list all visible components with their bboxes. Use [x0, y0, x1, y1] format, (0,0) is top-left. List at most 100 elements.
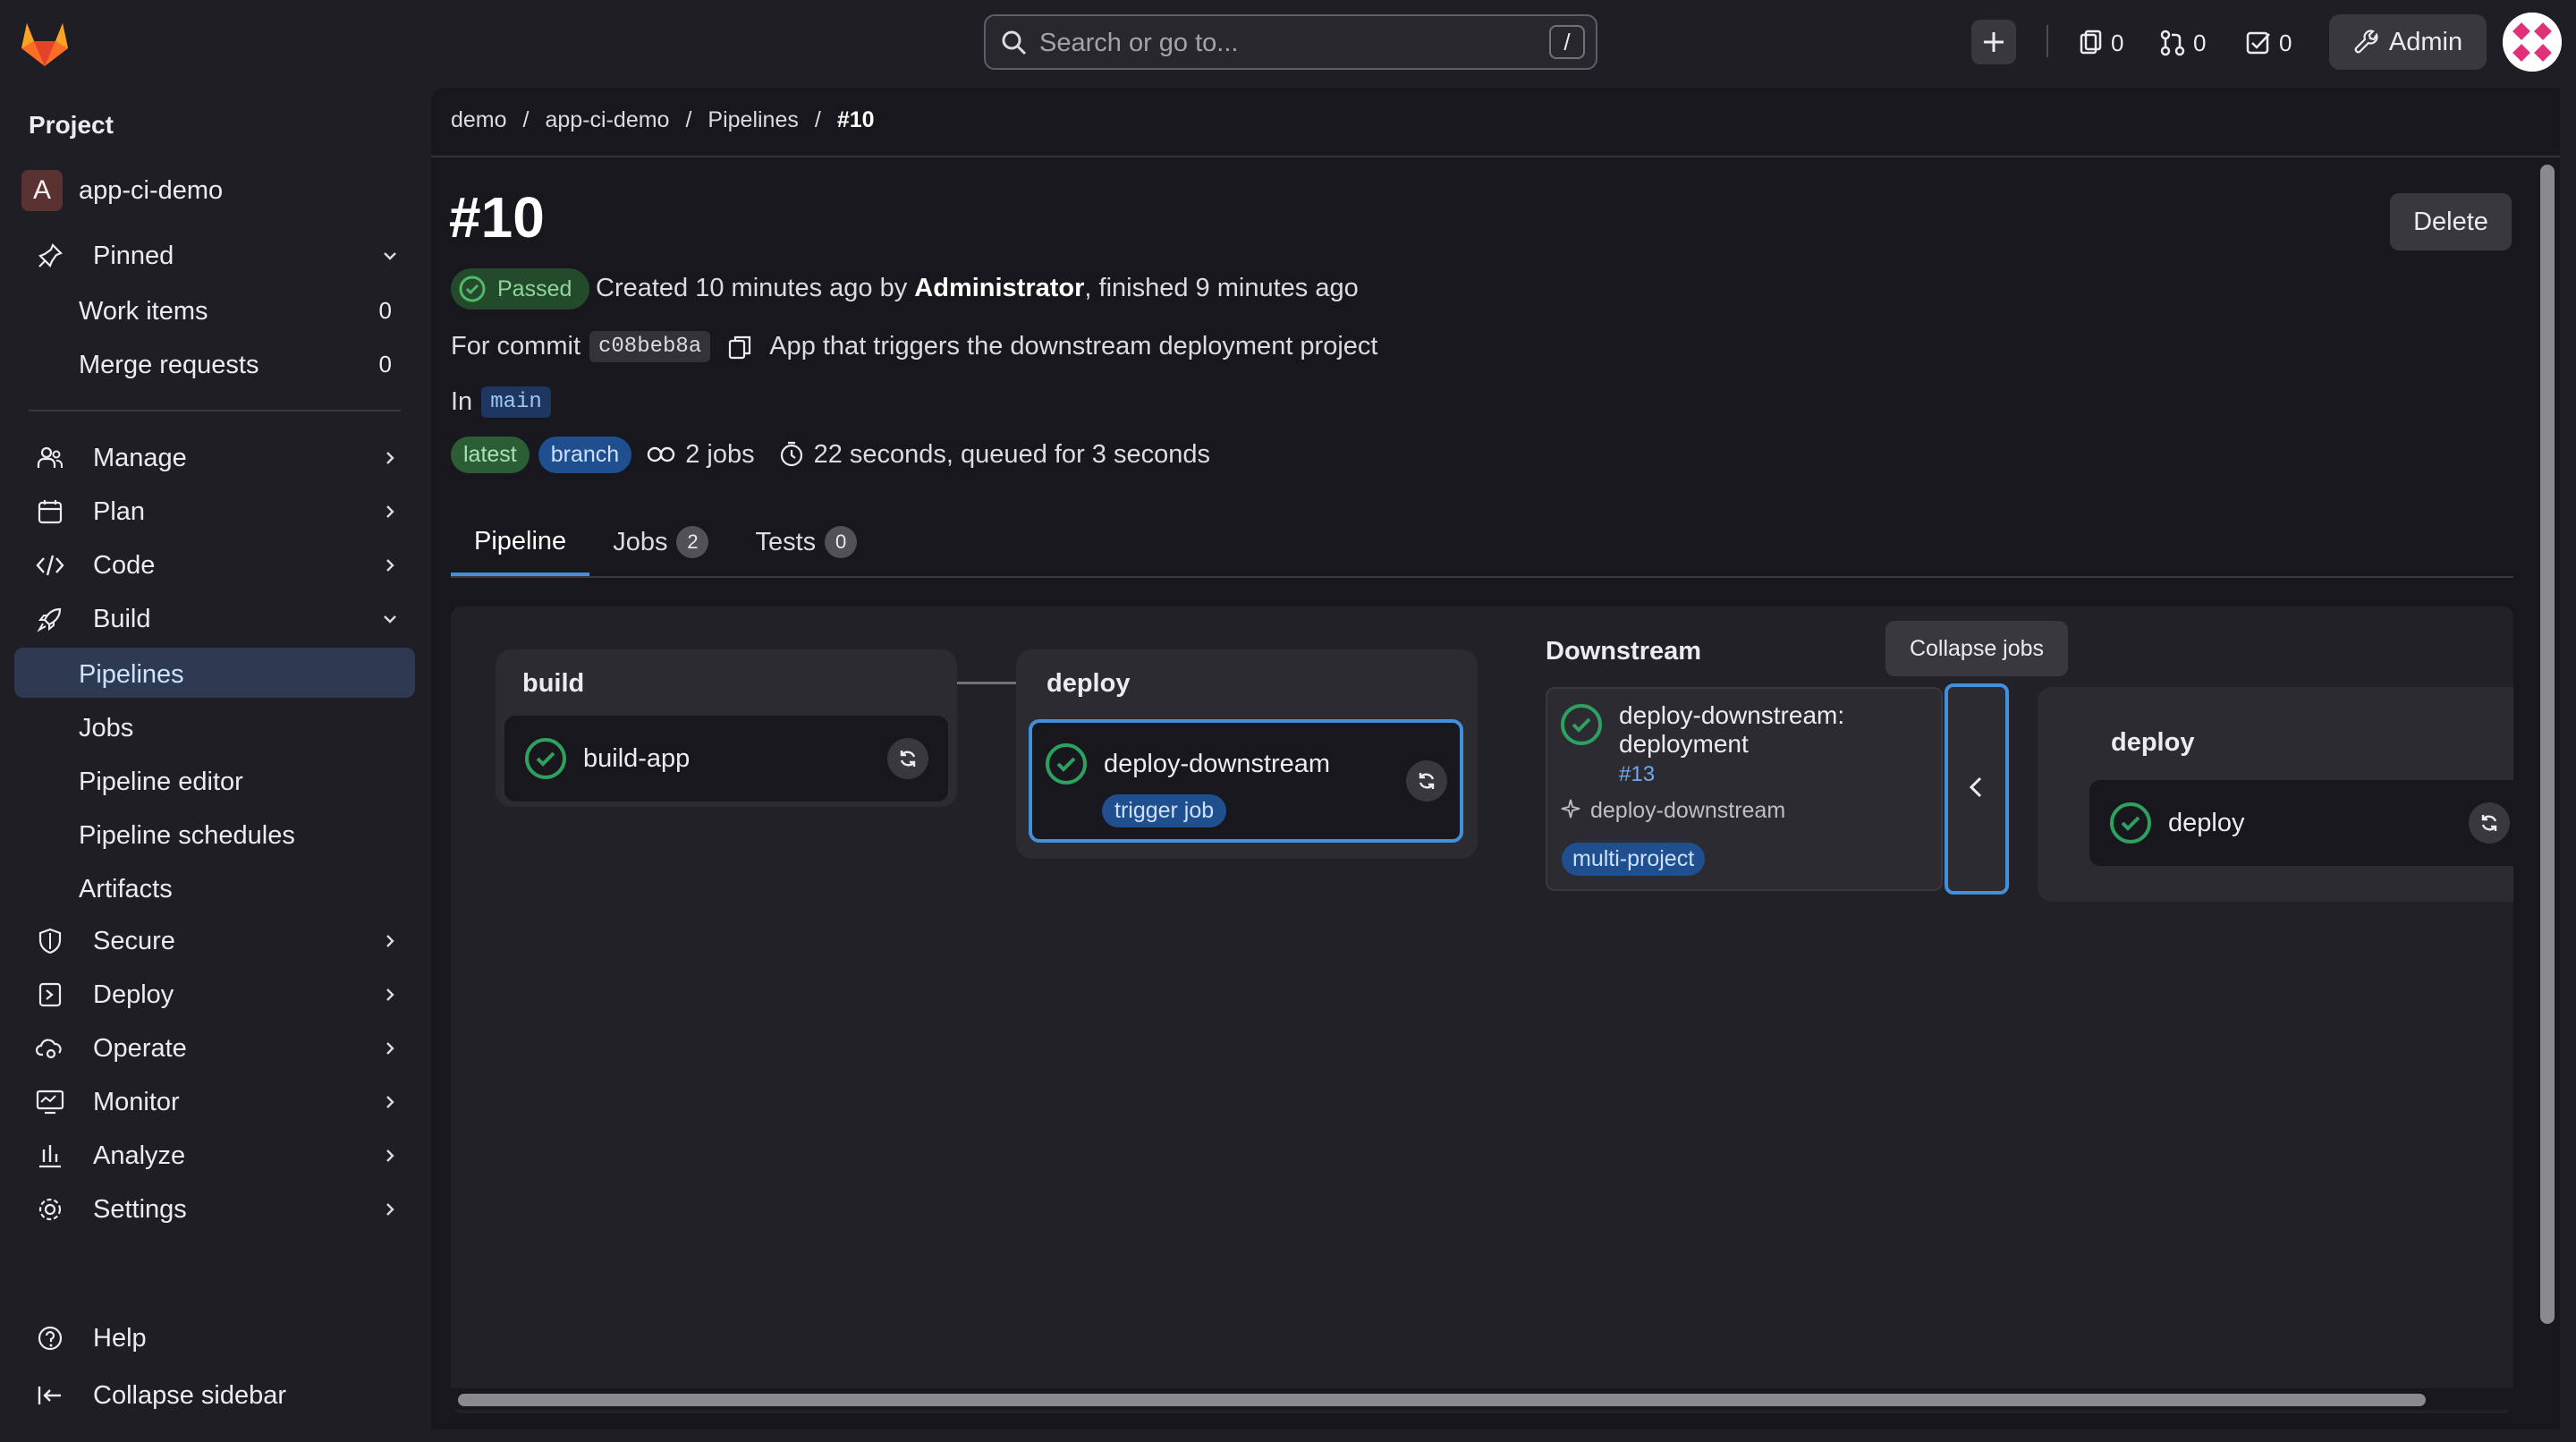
chevron-right-icon	[379, 1038, 401, 1059]
tab-label: Tests	[755, 527, 817, 556]
issues-count: 0	[2111, 29, 2124, 56]
sidebar-item-label: Build	[93, 604, 151, 633]
sidebar-item-label: Code	[93, 550, 156, 580]
downstream-name: deploy-downstream:	[1619, 701, 1845, 729]
branch-badge: branch	[538, 436, 632, 473]
search-bar[interactable]: Search or go to... /	[984, 14, 1597, 70]
chevron-left-icon	[1966, 775, 1987, 800]
wrench-icon	[2354, 30, 2378, 54]
horizontal-scrollbar[interactable]	[458, 1394, 2426, 1406]
retry-button[interactable]	[887, 738, 928, 779]
pipeline-jobs-icon	[646, 443, 676, 466]
commit-prefix: For commit	[451, 332, 580, 360]
job-name: build-app	[583, 744, 691, 773]
tab-tests[interactable]: Tests 0	[732, 510, 880, 574]
sidebar-item-label: Secure	[93, 926, 175, 955]
commit-sha[interactable]: c08beb8a	[589, 331, 711, 362]
copy-icon[interactable]	[726, 334, 753, 360]
pipeline-created-info: Created 10 minutes ago by Administrator,…	[596, 274, 1359, 303]
tab-pipeline[interactable]: Pipeline	[451, 510, 590, 576]
merge-request-icon	[2160, 30, 2185, 56]
sidebar-item-code[interactable]: Code	[14, 540, 415, 590]
downstream-pipeline-id[interactable]: #13	[1619, 762, 1655, 787]
sidebar-section-title: Project	[29, 111, 114, 139]
pin-icon	[29, 242, 72, 269]
merge-requests-count: 0	[378, 351, 392, 377]
todo-icon	[2246, 31, 2270, 55]
sidebar-item-manage[interactable]: Manage	[14, 433, 415, 483]
stage-title: build	[522, 669, 585, 698]
sidebar-item-label: Deploy	[93, 980, 174, 1009]
sidebar-item-plan[interactable]: Plan	[14, 487, 415, 537]
sidebar-divider	[29, 410, 401, 411]
chevron-down-icon	[379, 608, 401, 630]
breadcrumb-item-pipelines[interactable]: Pipelines	[708, 107, 798, 133]
merge-requests-counter[interactable]: 0	[2159, 25, 2206, 61]
sidebar-item-build[interactable]: Build	[14, 594, 415, 644]
sidebar-item-pipelines[interactable]: Pipelines	[14, 648, 415, 698]
sidebar-item-label: Settings	[93, 1194, 187, 1224]
sidebar-item-operate[interactable]: Operate	[14, 1023, 415, 1073]
sidebar-item-monitor[interactable]: Monitor	[14, 1077, 415, 1127]
job-deploy-downstream[interactable]: deploy-downstream trigger job	[1029, 719, 1463, 843]
downstream-pipeline-card[interactable]: deploy-downstream: deployment #13 deploy…	[1546, 687, 1943, 891]
breadcrumb-item-demo[interactable]: demo	[451, 107, 507, 133]
sidebar-item-label: Pipelines	[79, 660, 184, 689]
project-name-link[interactable]: app-ci-demo	[79, 176, 223, 206]
sidebar-item-label: Manage	[93, 443, 187, 472]
delete-button[interactable]: Delete	[2390, 193, 2512, 250]
vertical-scrollbar[interactable]	[2540, 165, 2555, 1324]
retry-button[interactable]	[2469, 802, 2510, 844]
pipeline-graph[interactable]: build build-app deploy deploy-downstream…	[451, 606, 2513, 1413]
sidebar-item-deploy[interactable]: Deploy	[14, 970, 415, 1020]
admin-label: Admin	[2388, 27, 2463, 56]
status-label: Passed	[497, 276, 572, 301]
admin-button[interactable]: Admin	[2329, 14, 2487, 70]
status-success-icon	[459, 276, 486, 302]
created-by-user[interactable]: Administrator	[914, 274, 1084, 302]
tab-count-badge: 0	[825, 526, 858, 558]
status-success-icon	[2109, 802, 2152, 844]
todos-counter[interactable]: 0	[2245, 25, 2292, 61]
breadcrumb-separator: /	[522, 107, 530, 132]
chevron-right-icon	[379, 501, 401, 522]
help-button[interactable]: Help	[14, 1313, 415, 1363]
sidebar-item-merge-requests[interactable]: Merge requests 0	[14, 338, 415, 388]
plus-icon	[1984, 32, 2004, 52]
issues-icon	[2080, 30, 2102, 55]
gitlab-logo-icon[interactable]	[18, 18, 72, 68]
sidebar-item-settings[interactable]: Settings	[14, 1184, 415, 1234]
tab-count-badge: 2	[676, 526, 709, 558]
created-suffix: , finished 9 minutes ago	[1084, 274, 1359, 302]
sidebar-item-secure[interactable]: Secure	[14, 916, 415, 966]
job-build-app[interactable]: build-app	[504, 716, 948, 802]
sidebar-item-label: Monitor	[93, 1087, 180, 1116]
breadcrumb-item-project[interactable]: app-ci-demo	[546, 107, 670, 133]
collapse-sidebar-button[interactable]: Collapse sidebar	[14, 1370, 415, 1421]
downstream-stage-deploy: deploy deploy	[2038, 687, 2513, 902]
sidebar-item-work-items[interactable]: Work items 0	[14, 284, 415, 335]
commit-message[interactable]: App that triggers the downstream deploym…	[769, 332, 1377, 361]
job-deploy[interactable]: deploy	[2089, 780, 2513, 866]
sidebar-item-artifacts[interactable]: Artifacts	[14, 862, 415, 912]
page-title: #10	[449, 185, 545, 250]
issues-counter[interactable]: 0	[2077, 25, 2123, 61]
retry-button[interactable]	[1406, 760, 1447, 802]
breadcrumb-divider	[431, 156, 2560, 157]
tab-jobs[interactable]: Jobs 2	[589, 510, 732, 574]
create-new-button[interactable]	[1971, 20, 2016, 64]
multi-project-badge: multi-project	[1562, 843, 1706, 876]
branch-name[interactable]: main	[481, 386, 551, 418]
sidebar-item-pipeline-schedules[interactable]: Pipeline schedules	[14, 809, 415, 859]
user-avatar[interactable]	[2503, 13, 2562, 72]
trigger-job-badge: trigger job	[1102, 794, 1227, 827]
status-success-icon	[524, 737, 567, 780]
sidebar-item-analyze[interactable]: Analyze	[14, 1131, 415, 1181]
sidebar-item-jobs[interactable]: Jobs	[14, 701, 415, 751]
sidebar-item-pipeline-editor[interactable]: Pipeline editor	[14, 755, 415, 805]
sidebar-item-pinned[interactable]: Pinned	[14, 231, 415, 281]
status-badge[interactable]: Passed	[451, 268, 590, 310]
jobs-count: 2 jobs	[685, 439, 755, 469]
breadcrumb-current[interactable]: #10	[837, 107, 875, 133]
collapse-jobs-button[interactable]	[1945, 683, 2009, 895]
